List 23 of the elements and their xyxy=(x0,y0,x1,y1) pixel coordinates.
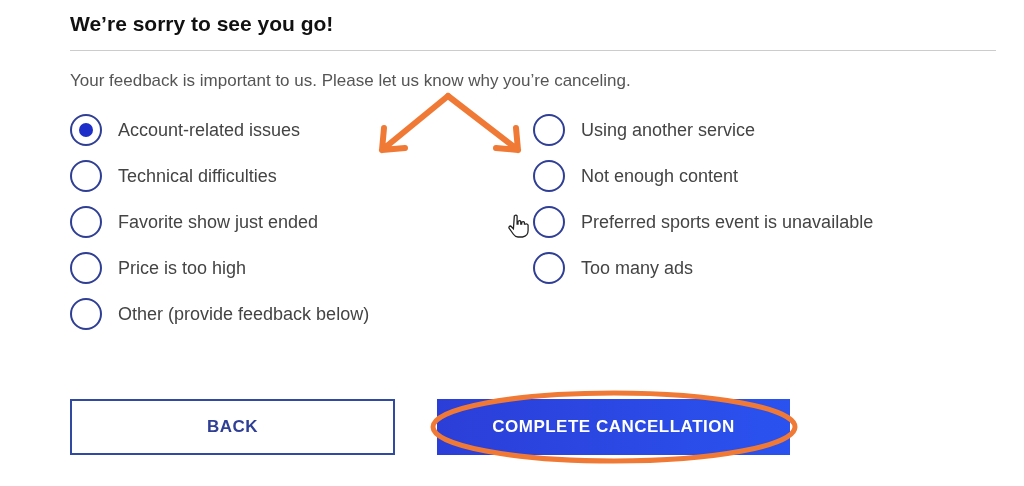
reason-option[interactable]: Price is too high xyxy=(70,251,533,285)
radio-button[interactable] xyxy=(533,206,565,238)
radio-button[interactable] xyxy=(533,160,565,192)
radio-button[interactable] xyxy=(70,114,102,146)
radio-button[interactable] xyxy=(533,252,565,284)
complete-cancellation-button[interactable]: COMPLETE CANCELLATION xyxy=(437,399,790,455)
radio-button[interactable] xyxy=(70,160,102,192)
radio-button[interactable] xyxy=(533,114,565,146)
reason-option[interactable]: Account-related issues xyxy=(70,113,533,147)
reason-option[interactable]: Technical difficulties xyxy=(70,159,533,193)
radio-button[interactable] xyxy=(70,298,102,330)
reason-option[interactable]: Using another service xyxy=(533,113,874,147)
reason-option[interactable]: Preferred sports event is unavailable xyxy=(533,205,874,239)
back-button[interactable]: BACK xyxy=(70,399,395,455)
reason-option[interactable]: Not enough content xyxy=(533,159,874,193)
reason-option[interactable]: Too many ads xyxy=(533,251,874,285)
reason-option[interactable]: Favorite show just ended xyxy=(70,205,533,239)
heading: We’re sorry to see you go! xyxy=(70,12,335,37)
reason-option[interactable]: Other (provide feedback below) xyxy=(70,297,533,331)
feedback-message: Your feedback is important to us. Please let us know why you’re canceling. xyxy=(70,71,632,91)
hand-cursor-icon xyxy=(508,214,529,238)
radio-button[interactable] xyxy=(70,206,102,238)
radio-button[interactable] xyxy=(70,252,102,284)
